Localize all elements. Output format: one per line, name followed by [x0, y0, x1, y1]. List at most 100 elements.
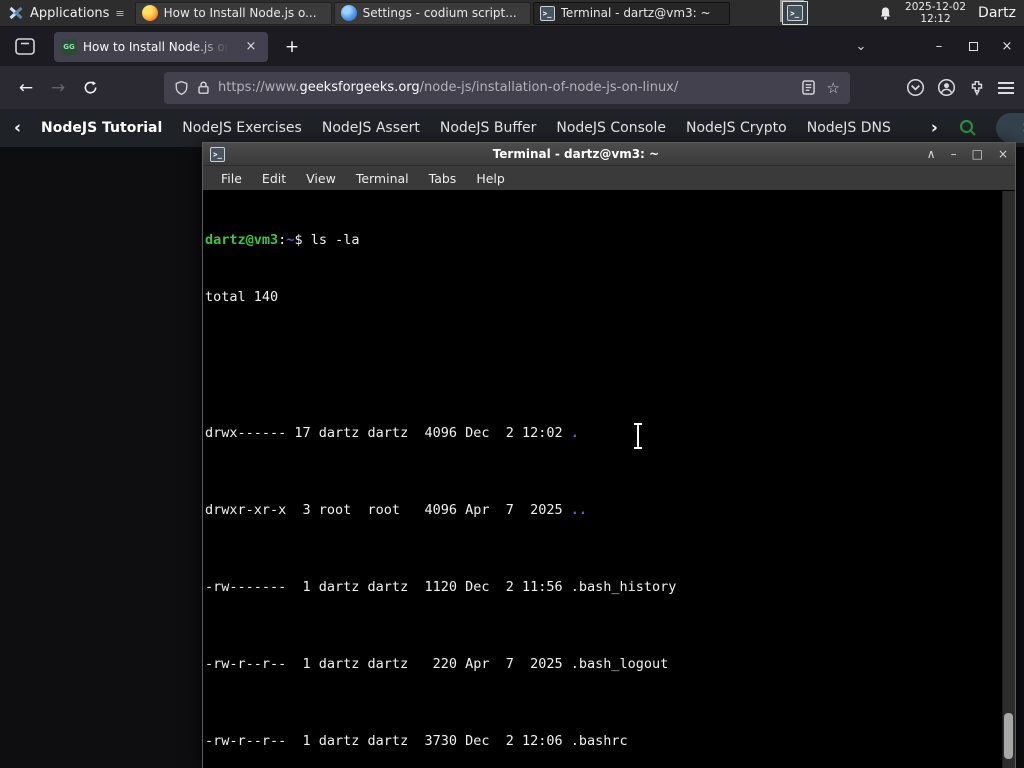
list-all-tabs-button[interactable]: ⌄: [846, 33, 876, 61]
app-menu-button[interactable]: [998, 81, 1014, 94]
url-bar[interactable]: https://www.geeksforgeeks.org/node-js/in…: [164, 71, 850, 104]
ls-output-rows: drwx------ 17 dartz dartz 4096 Dec 2 12:…: [205, 346, 1015, 768]
menu-lines-icon: ≡: [115, 6, 125, 20]
maximize-icon: [968, 42, 978, 51]
menu-file[interactable]: File: [211, 171, 252, 186]
reload-button[interactable]: [74, 72, 106, 104]
system-tray: >_: [781, 1, 808, 25]
url-scheme: https://www.: [218, 80, 300, 95]
panel-status-area: 2025-12-02 12:12 Dartz: [878, 1, 1024, 25]
file-name: .: [570, 424, 579, 441]
urlbar-end-icons: ☆: [801, 79, 840, 97]
url-path: /node-js/installation-of-node-js-on-linu…: [419, 80, 679, 95]
gfg-favicon: GG: [61, 38, 77, 55]
sitenav-item-exercises[interactable]: NodeJS Exercises: [182, 120, 302, 136]
clock[interactable]: 2025-12-02 12:12: [905, 1, 966, 25]
window-minimize-button[interactable]: –: [922, 33, 956, 61]
terminal-window-controls: ∧ – □ ×: [927, 147, 1008, 161]
file-attributes: -rw------- 1 dartz dartz 1120 Dec 2 11:5…: [205, 578, 571, 595]
shade-button[interactable]: ∧: [927, 147, 936, 161]
sitenav-item-crypto[interactable]: NodeJS Crypto: [686, 120, 787, 136]
nav-scroll-right-icon[interactable]: ›: [931, 118, 938, 138]
account-icon[interactable]: [937, 78, 956, 97]
sitenav-item-assert[interactable]: NodeJS Assert: [322, 120, 420, 136]
prompt-user-host: dartz@vm3: [205, 231, 279, 248]
desktop: Applications ≡ How to Install Node.js o.…: [0, 0, 1024, 768]
clock-time: 12:12: [920, 13, 951, 25]
reload-icon: [84, 81, 96, 94]
xfce-logo-icon: [9, 6, 23, 20]
toolbar-right-icons: [902, 78, 1014, 97]
url-domain: geeksforgeeks.org: [299, 80, 420, 95]
url-text: https://www.geeksforgeeks.org/node-js/in…: [218, 80, 794, 95]
user-menu[interactable]: Dartz: [978, 5, 1016, 21]
notification-bell-icon[interactable]: [878, 6, 893, 21]
extensions-icon[interactable]: [968, 79, 986, 97]
top-panel: Applications ≡ How to Install Node.js o.…: [0, 0, 1024, 27]
back-button[interactable]: ←: [10, 72, 42, 104]
window-close-button[interactable]: ×: [990, 33, 1024, 61]
menu-terminal[interactable]: Terminal: [346, 171, 419, 186]
terminal-maximize-button[interactable]: □: [972, 147, 983, 161]
terminal-close-button[interactable]: ×: [998, 147, 1008, 161]
sitenav-item-dns[interactable]: NodeJS DNS: [807, 120, 891, 136]
prompt-command: $ ls -la: [294, 231, 360, 248]
lock-icon[interactable]: [197, 80, 210, 95]
file-name: .bashrc: [570, 733, 628, 750]
menu-view[interactable]: View: [296, 171, 346, 186]
pocket-icon[interactable]: [906, 78, 925, 97]
ls-output-row: drwxr-xr-x 3 root root 4096 Apr 7 2025 .…: [205, 501, 1015, 520]
file-attributes: -rw-r--r-- 1 dartz dartz 3730 Dec 2 12:0…: [205, 733, 571, 750]
sitenav-item-console[interactable]: NodeJS Console: [556, 120, 666, 136]
navigation-toolbar: ← → https://www.geeksforgeeks.org/node-j…: [0, 66, 1024, 109]
menu-help[interactable]: Help: [466, 171, 515, 186]
nav-scroll-left-icon[interactable]: ‹: [14, 118, 21, 138]
total-line: total 140: [205, 289, 279, 306]
applications-label: Applications: [30, 5, 110, 21]
ls-output-row: drwx------ 17 dartz dartz 4096 Dec 2 12:…: [205, 424, 1015, 443]
reader-view-icon[interactable]: [801, 80, 815, 95]
file-name: ..: [570, 501, 588, 518]
firefox-view-icon: [15, 38, 35, 55]
codium-icon: [340, 5, 357, 21]
sitenav-right: Sign In: [958, 113, 1024, 143]
text-cursor: [632, 423, 644, 449]
firefox-icon: [141, 5, 158, 21]
tray-terminal-icon[interactable]: >_: [781, 1, 808, 25]
tab-title: How to Install Node.js on: [83, 39, 233, 54]
forward-button[interactable]: →: [42, 72, 74, 104]
scrollbar-thumb[interactable]: [1004, 713, 1013, 759]
terminal-scrollbar[interactable]: [1002, 191, 1015, 768]
search-icon[interactable]: [958, 118, 978, 138]
terminal-output[interactable]: dartz@vm3:~$ ls -la total 140 drwx------…: [203, 191, 1015, 768]
terminal-titlebar[interactable]: >_ Terminal - dartz@vm3: ~ ∧ – □ ×: [203, 143, 1015, 165]
bookmark-star-icon[interactable]: ☆: [827, 79, 840, 97]
browser-tab-active[interactable]: GG How to Install Node.js on ×: [54, 31, 268, 62]
sitenav-item-tutorial[interactable]: NodeJS Tutorial: [41, 120, 162, 136]
file-attributes: -rw-r--r-- 1 dartz dartz 220 Apr 7 2025: [205, 656, 571, 673]
taskbar-button-codium[interactable]: Settings - codium script...: [333, 1, 531, 25]
firefox-view-button[interactable]: [10, 33, 40, 61]
taskbar-button-firefox[interactable]: How to Install Node.js o...: [134, 1, 332, 25]
prompt-line: dartz@vm3:~$ ls -la: [205, 231, 1015, 250]
clock-date: 2025-12-02: [905, 1, 967, 13]
new-tab-button[interactable]: +: [278, 33, 306, 61]
tab-close-button[interactable]: ×: [241, 37, 261, 57]
ls-output-row: -rw------- 1 dartz dartz 1120 Dec 2 11:5…: [205, 578, 1015, 597]
ls-output-row: -rw-r--r-- 1 dartz dartz 220 Apr 7 2025 …: [205, 655, 1015, 674]
tracking-shield-icon[interactable]: [174, 80, 189, 96]
terminal-minimize-button[interactable]: –: [951, 147, 957, 161]
file-attributes: drwx------ 17 dartz dartz 4096 Dec 2 12:…: [205, 424, 571, 441]
terminal-icon: >_: [210, 146, 225, 162]
window-maximize-button[interactable]: [956, 33, 990, 61]
file-name: .bash_history: [570, 578, 677, 595]
menu-edit[interactable]: Edit: [252, 171, 296, 186]
sitenav-item-buffer[interactable]: NodeJS Buffer: [440, 120, 537, 136]
taskbar-button-terminal[interactable]: >_ Terminal - dartz@vm3: ~: [532, 1, 730, 25]
taskbar-title-codium: Settings - codium script...: [362, 6, 517, 20]
menu-tabs[interactable]: Tabs: [419, 171, 467, 186]
sign-in-button[interactable]: Sign In: [995, 113, 1024, 143]
file-attributes: drwxr-xr-x 3 root root 4096 Apr 7 2025: [205, 501, 571, 518]
terminal-icon: >_: [786, 5, 803, 21]
applications-menu-button[interactable]: Applications ≡: [0, 0, 133, 26]
